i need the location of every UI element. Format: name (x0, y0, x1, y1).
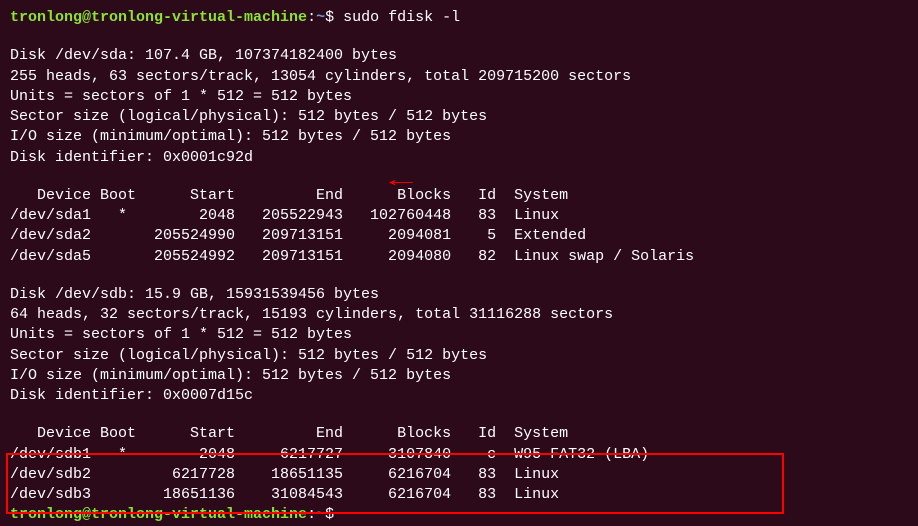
blank-line (10, 406, 908, 424)
disk2-row-1: /dev/sdb2 6217728 18651135 6216704 83 Li… (10, 465, 908, 485)
disk2-sector: Sector size (logical/physical): 512 byte… (10, 346, 908, 366)
disk1-id: Disk identifier: 0x0001c92d (10, 148, 908, 168)
prompt-sep: : (307, 506, 316, 523)
prompt-dollar: $ (325, 506, 334, 523)
prompt-dollar: $ (325, 9, 334, 26)
prompt-path: ~ (316, 9, 325, 26)
command: sudo fdisk -l (343, 9, 460, 26)
blank-line (10, 267, 908, 285)
disk1-sector: Sector size (logical/physical): 512 byte… (10, 107, 908, 127)
disk1-row-1: /dev/sda2 205524990 209713151 2094081 5 … (10, 226, 908, 246)
terminal-output[interactable]: tronlong@tronlong-virtual-machine:~$ sud… (10, 8, 908, 526)
disk1-row-0: /dev/sda1 * 2048 205522943 102760448 83 … (10, 206, 908, 226)
disk2-row-2: /dev/sdb3 18651136 31084543 6216704 83 L… (10, 485, 908, 505)
annotation-arrow-icon: ← (389, 168, 413, 195)
prompt-line: tronlong@tronlong-virtual-machine:~$ sud… (10, 8, 908, 28)
disk1-units: Units = sectors of 1 * 512 = 512 bytes (10, 87, 908, 107)
prompt-user: tronlong@tronlong-virtual-machine (10, 506, 307, 523)
prompt-line-2: tronlong@tronlong-virtual-machine:~$ (10, 505, 908, 525)
disk1-header: Disk /dev/sda: 107.4 GB, 107374182400 by… (10, 46, 908, 66)
disk1-io: I/O size (minimum/optimal): 512 bytes / … (10, 127, 908, 147)
disk1-row-2: /dev/sda5 205524992 209713151 2094080 82… (10, 247, 908, 267)
disk2-id: Disk identifier: 0x0007d15c (10, 386, 908, 406)
blank-line (10, 28, 908, 46)
disk2-header: Disk /dev/sdb: 15.9 GB, 15931539456 byte… (10, 285, 908, 305)
prompt-path: ~ (316, 506, 325, 523)
disk1-geometry: 255 heads, 63 sectors/track, 13054 cylin… (10, 67, 908, 87)
prompt-user: tronlong@tronlong-virtual-machine (10, 9, 307, 26)
disk2-io: I/O size (minimum/optimal): 512 bytes / … (10, 366, 908, 386)
disk2-geometry: 64 heads, 32 sectors/track, 15193 cylind… (10, 305, 908, 325)
disk1-table-header: Device Boot Start End Blocks Id System (10, 186, 908, 206)
blank-line (10, 168, 908, 186)
disk2-table-header: Device Boot Start End Blocks Id System (10, 424, 908, 444)
disk2-units: Units = sectors of 1 * 512 = 512 bytes (10, 325, 908, 345)
disk2-row-0: /dev/sdb1 * 2048 6217727 3107840 c W95 F… (10, 445, 908, 465)
prompt-sep: : (307, 9, 316, 26)
